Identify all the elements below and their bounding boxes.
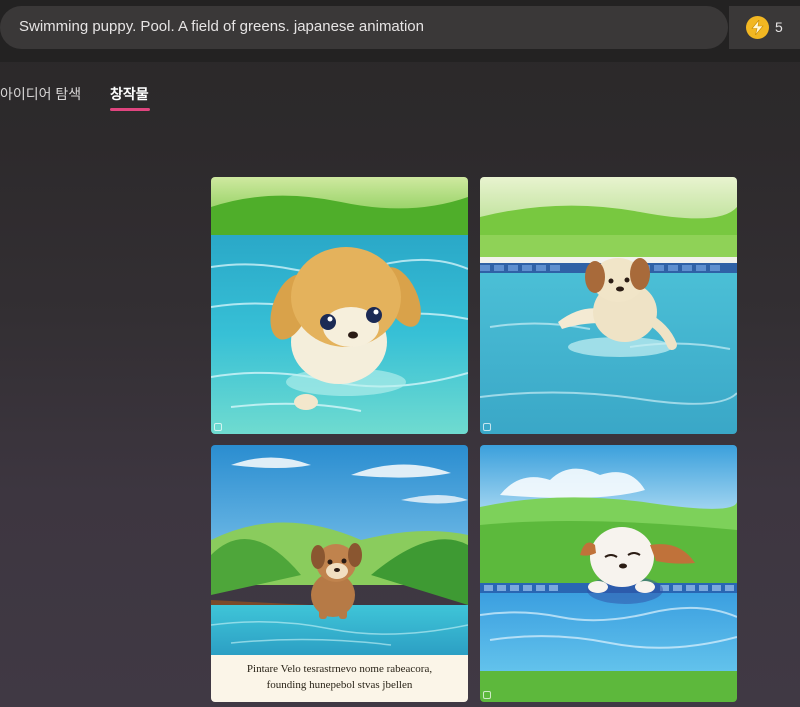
generated-badge-icon: [483, 691, 491, 699]
image-embedded-caption: Pintare Velo tesrastrnevo nome rabeacora…: [211, 655, 468, 702]
boost-count: 5: [775, 19, 783, 35]
top-bar: Swimming puppy. Pool. A field of greens.…: [0, 0, 800, 62]
prompt-text[interactable]: Swimming puppy. Pool. A field of greens.…: [19, 18, 424, 35]
result-image-1[interactable]: [211, 177, 468, 434]
caption-line-1: Pintare Velo tesrastrnevo nome rabeacora…: [246, 663, 433, 675]
result-image-3[interactable]: Pintare Velo tesrastrnevo nome rabeacora…: [211, 445, 468, 702]
generated-badge-icon: [483, 423, 491, 431]
puppy-image-2: [480, 177, 737, 434]
active-tab-indicator: [110, 108, 150, 111]
puppy-image-1: [211, 177, 468, 434]
puppy-image-4: [480, 445, 737, 702]
caption-line-2: founding hunepebol stvas jbellen: [266, 679, 413, 691]
result-image-2[interactable]: [480, 177, 737, 434]
generated-badge-icon: [214, 423, 222, 431]
boosts-counter[interactable]: 5: [729, 6, 800, 49]
tab-explore-ideas[interactable]: 아이디어 탐색: [0, 84, 81, 104]
result-image-4[interactable]: [480, 445, 737, 702]
prompt-search-box[interactable]: Swimming puppy. Pool. A field of greens.…: [0, 6, 728, 49]
tab-creations[interactable]: 창작물: [110, 84, 149, 104]
lightning-bolt-icon: [746, 16, 769, 39]
